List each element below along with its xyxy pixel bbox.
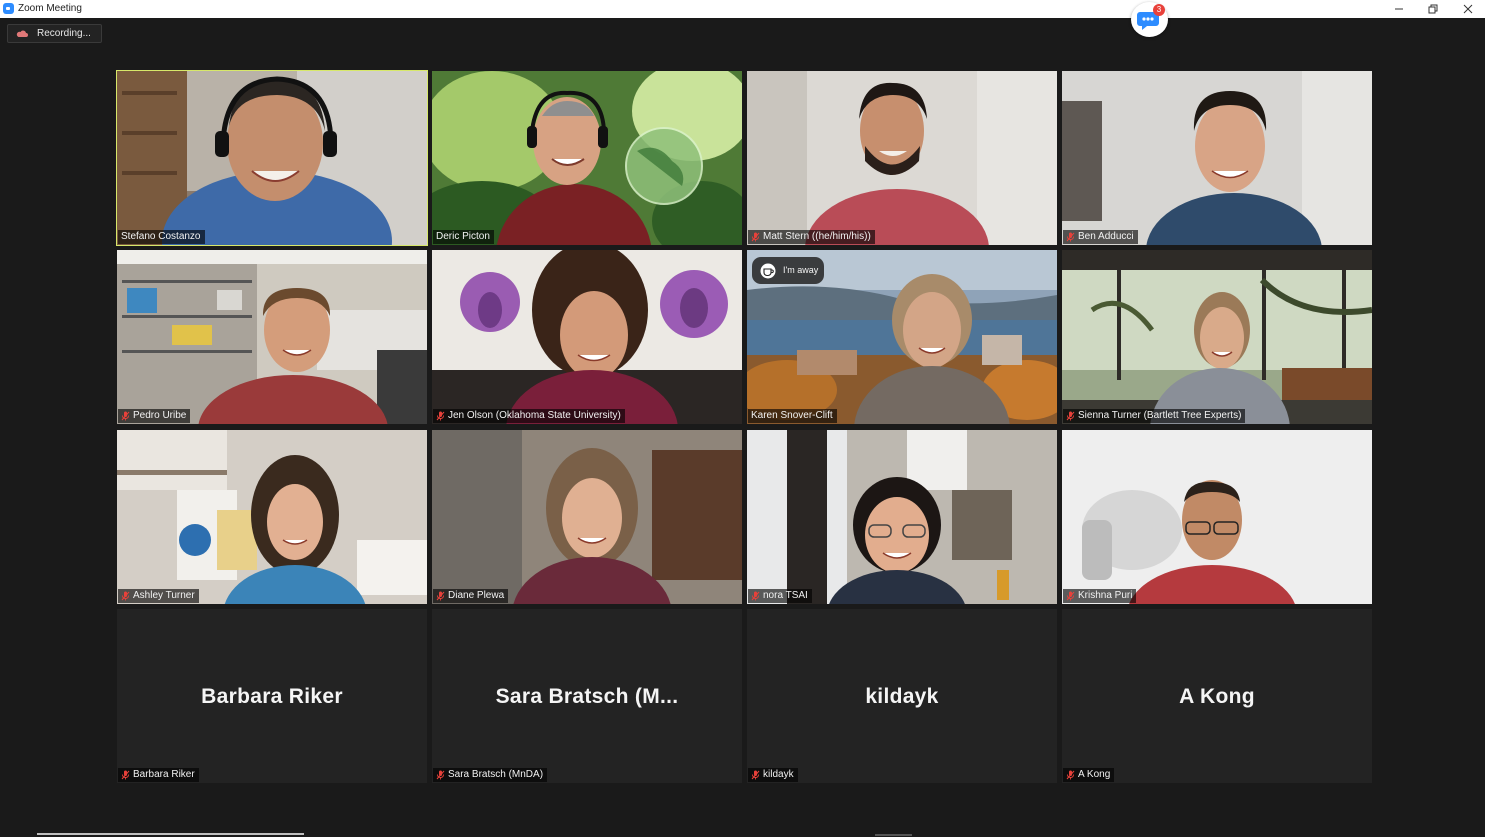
name-tag: Ben Adducci: [1063, 230, 1138, 244]
chat-badge: 3: [1153, 4, 1165, 16]
muted-mic-icon: [751, 232, 760, 242]
muted-mic-icon: [1066, 591, 1075, 601]
close-button[interactable]: [1451, 0, 1485, 18]
video-feed: [1062, 430, 1372, 604]
muted-mic-icon: [121, 770, 130, 780]
muted-mic-icon: [1066, 770, 1075, 780]
video-tile[interactable]: Sienna Turner (Bartlett Tree Experts): [1062, 250, 1372, 424]
name-tag: Jen Olson (Oklahoma State University): [433, 409, 625, 423]
video-tile[interactable]: Ben Adducci: [1062, 71, 1372, 245]
participant-name: Barbara Riker: [133, 769, 195, 780]
video-tile[interactable]: Pedro Uribe: [117, 250, 427, 424]
name-tag: Sara Bratsch (MnDA): [433, 768, 548, 782]
video-off-tile[interactable]: Sara Bratsch (M... Sara Bratsch (MnDA): [432, 609, 742, 783]
name-tag: Karen Snover-Clift: [748, 409, 837, 423]
muted-mic-icon: [436, 411, 445, 421]
muted-mic-icon: [436, 591, 445, 601]
participant-name: Diane Plewa: [448, 590, 505, 601]
participant-display-name: Sara Bratsch (M...: [495, 685, 679, 708]
participant-name: Karen Snover-Clift: [751, 410, 833, 421]
participant-name: Ben Adducci: [1078, 231, 1134, 242]
video-feed: [747, 430, 1057, 604]
video-tile[interactable]: Diane Plewa: [432, 430, 742, 604]
participant-display-name: A Kong: [1179, 685, 1255, 708]
video-feed: [117, 430, 427, 604]
video-feed: [1062, 71, 1372, 245]
minimize-button[interactable]: [1382, 0, 1416, 18]
name-tag: Stefano Costanzo: [118, 230, 205, 244]
participant-name: Deric Picton: [436, 231, 490, 242]
video-tile[interactable]: nora TSAI: [747, 430, 1057, 604]
name-tag: Matt Stern ((he/him/his)): [748, 230, 875, 244]
name-tag: Deric Picton: [433, 230, 494, 244]
away-status-text: I'm away: [783, 265, 819, 275]
video-tile[interactable]: I'm away Karen Snover-Clift: [747, 250, 1057, 424]
video-tile[interactable]: Deric Picton: [432, 71, 742, 245]
name-tag: Ashley Turner: [118, 589, 199, 603]
close-icon: [1463, 4, 1473, 14]
video-tile[interactable]: Matt Stern ((he/him/his)): [747, 71, 1057, 245]
video-off-tile[interactable]: kildayk kildayk: [747, 609, 1057, 783]
video-feed: [117, 71, 427, 245]
name-tag: Sienna Turner (Bartlett Tree Experts): [1063, 409, 1246, 423]
video-tile[interactable]: Krishna Puri: [1062, 430, 1372, 604]
name-tag: nora TSAI: [748, 589, 812, 603]
toolbar-hint-mark: [875, 834, 912, 836]
restore-button[interactable]: [1416, 0, 1450, 18]
name-tag: Diane Plewa: [433, 589, 509, 603]
participant-name: nora TSAI: [763, 590, 808, 601]
recording-label: Recording...: [37, 28, 91, 39]
muted-mic-icon: [751, 591, 760, 601]
name-tag: Pedro Uribe: [118, 409, 191, 423]
away-status-badge: I'm away: [752, 257, 824, 284]
participant-name: Sienna Turner (Bartlett Tree Experts): [1078, 410, 1242, 421]
coffee-icon: [760, 263, 776, 279]
name-tag: A Kong: [1063, 768, 1115, 782]
recording-indicator[interactable]: Recording...: [7, 24, 102, 43]
muted-mic-icon: [436, 770, 445, 780]
participant-name: Pedro Uribe: [133, 410, 187, 421]
zoom-app-icon: [3, 3, 14, 14]
minimize-icon: [1395, 8, 1403, 10]
participant-display-name: kildayk: [865, 685, 939, 708]
name-tag: Barbara Riker: [118, 768, 199, 782]
muted-mic-icon: [121, 411, 130, 421]
title-bar: Zoom Meeting: [0, 0, 1485, 18]
video-off-tile[interactable]: Barbara Riker Barbara Riker: [117, 609, 427, 783]
muted-mic-icon: [1066, 411, 1075, 421]
video-feed: [432, 250, 742, 424]
video-off-tile[interactable]: A Kong A Kong: [1062, 609, 1372, 783]
window-title: Zoom Meeting: [18, 3, 82, 14]
participant-name: Jen Olson (Oklahoma State University): [448, 410, 621, 421]
video-tile[interactable]: Jen Olson (Oklahoma State University): [432, 250, 742, 424]
participant-name: Ashley Turner: [133, 590, 195, 601]
video-feed: [432, 71, 742, 245]
restore-icon: [1428, 4, 1438, 14]
participant-name: Krishna Puri: [1078, 590, 1133, 601]
video-tile[interactable]: Ashley Turner: [117, 430, 427, 604]
participant-name: kildayk: [763, 769, 794, 780]
video-feed: [1062, 250, 1372, 424]
muted-mic-icon: [1066, 232, 1075, 242]
video-tile[interactable]: Stefano Costanzo: [116, 70, 428, 246]
name-tag: kildayk: [748, 768, 798, 782]
video-feed: [747, 71, 1057, 245]
video-feed: [432, 430, 742, 604]
muted-mic-icon: [751, 770, 760, 780]
participant-name: A Kong: [1078, 769, 1111, 780]
muted-mic-icon: [121, 591, 130, 601]
name-tag: Krishna Puri: [1063, 589, 1137, 603]
cloud-record-icon: [16, 30, 28, 37]
participant-name: Matt Stern ((he/him/his)): [763, 231, 871, 242]
participant-name: Stefano Costanzo: [121, 231, 201, 242]
participant-display-name: Barbara Riker: [201, 685, 343, 708]
video-feed: [117, 250, 427, 424]
toolbar-hint-bar: [37, 833, 304, 835]
participant-name: Sara Bratsch (MnDA): [448, 769, 544, 780]
